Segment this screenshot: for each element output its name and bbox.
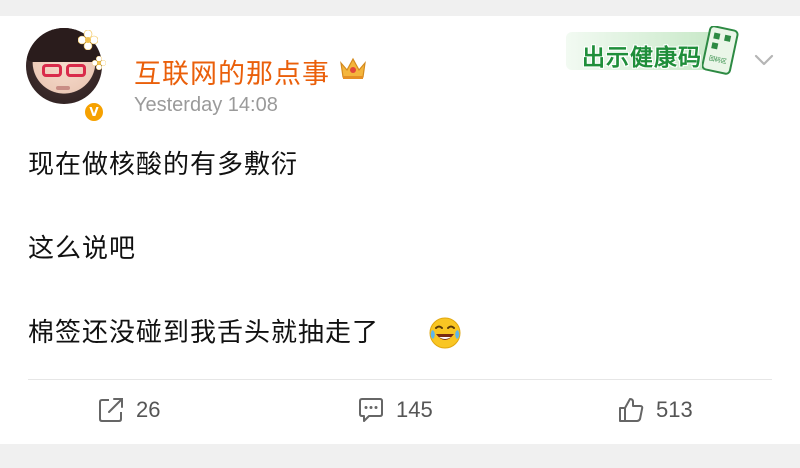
phone-qr-icon: 回码区	[702, 26, 739, 75]
crown-icon	[340, 57, 366, 79]
share-icon	[99, 398, 123, 422]
repost-button[interactable]: 26	[96, 392, 160, 428]
comment-count: 145	[396, 397, 433, 422]
like-button[interactable]: 513	[616, 392, 693, 428]
avatar-glasses-left	[42, 64, 62, 77]
comment-button[interactable]: 145	[356, 392, 433, 428]
health-code-sticker[interactable]: 出示健康码 回码区	[566, 26, 752, 78]
feed-gap-bottom	[0, 444, 800, 468]
repost-count: 26	[136, 397, 161, 422]
post-text-line: 棉签还没碰到我舌头就抽走了	[28, 318, 380, 348]
comment-icon	[359, 398, 383, 422]
chevron-down-icon[interactable]	[752, 50, 776, 70]
sticker-text: 出示健康码	[582, 45, 702, 71]
verified-badge: V	[83, 101, 105, 123]
flower-icon	[78, 30, 98, 50]
post-text-line: 这么说吧	[28, 234, 137, 264]
action-divider	[28, 379, 772, 380]
feed-gap-top	[0, 0, 800, 16]
like-count: 513	[656, 397, 693, 422]
avatar-mouth	[56, 86, 70, 90]
author-name[interactable]: 互联网的那点事	[134, 52, 330, 91]
flower-small-icon	[92, 56, 106, 70]
avatar-glasses-right	[66, 64, 86, 77]
post-timestamp: Yesterday 14:08	[134, 94, 278, 116]
post-text-line: 现在做核酸的有多敷衍	[28, 150, 299, 180]
laugh-cry-emoji	[429, 317, 461, 349]
thumbs-up-icon	[619, 398, 644, 422]
